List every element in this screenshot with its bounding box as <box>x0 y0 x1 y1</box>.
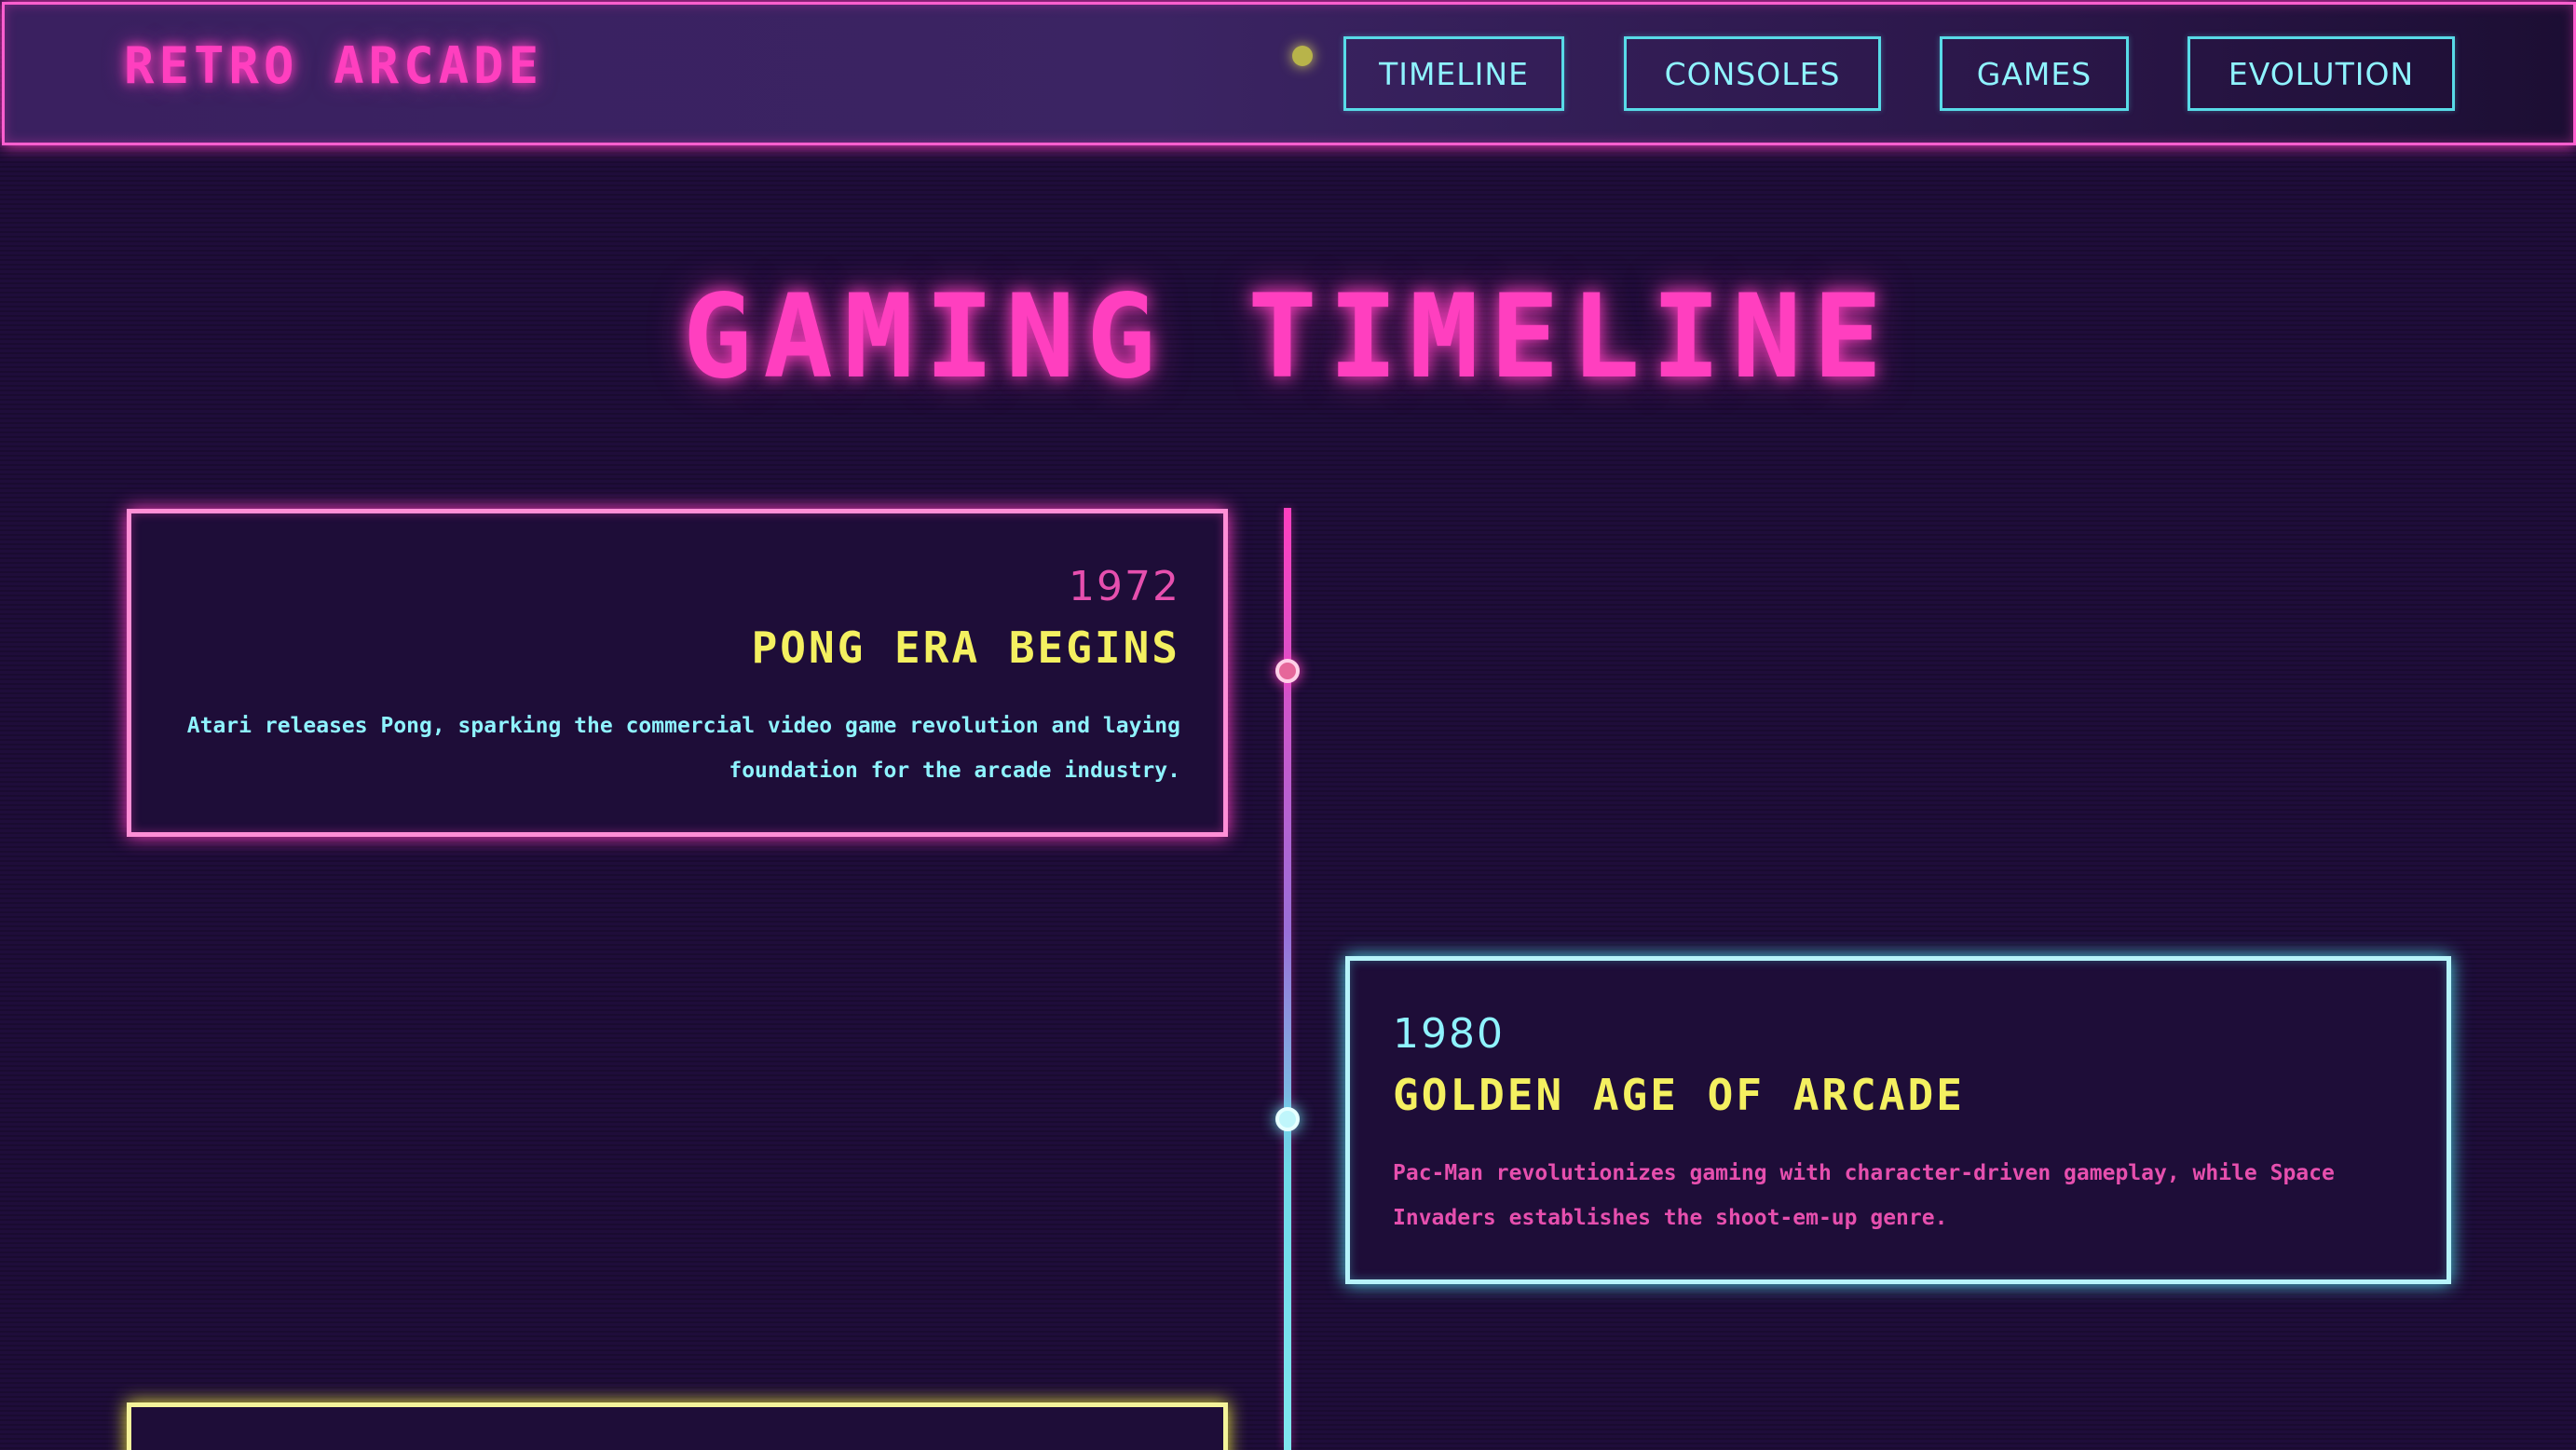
card-title: GOLDEN AGE OF ARCADE <box>1393 1070 1965 1120</box>
card-description: Atari releases Pong, sparking the commer… <box>186 714 1180 783</box>
card-year: 1972 <box>1069 563 1180 610</box>
nav-games-button[interactable]: GAMES <box>1940 36 2129 111</box>
page-title: GAMING TIMELINE <box>682 270 1894 404</box>
card-description: Pac-Man revolutionizes gaming with chara… <box>1393 1161 2335 1230</box>
card-year: 1980 <box>1393 1010 1505 1058</box>
timeline-axis <box>1284 508 1291 1450</box>
timeline-card-next <box>127 1402 1228 1450</box>
timeline-card-1972: 1972 PONG ERA BEGINS Atari releases Pong… <box>127 509 1228 837</box>
card-title: PONG ERA BEGINS <box>751 622 1180 673</box>
timeline-card-1980: 1980 GOLDEN AGE OF ARCADE Pac-Man revolu… <box>1345 956 2451 1284</box>
nav-evolution-button[interactable]: EVOLUTION <box>2188 36 2455 111</box>
indicator-dot-icon <box>1292 46 1313 66</box>
site-header: RETRO ARCADE TIMELINE CONSOLES GAMES EVO… <box>2 2 2576 145</box>
timeline-marker-1980 <box>1275 1107 1300 1131</box>
timeline-marker-1972 <box>1275 659 1300 683</box>
nav-consoles-button[interactable]: CONSOLES <box>1624 36 1881 111</box>
brand-logo[interactable]: RETRO ARCADE <box>124 36 543 95</box>
nav-timeline-button[interactable]: TIMELINE <box>1343 36 1564 111</box>
